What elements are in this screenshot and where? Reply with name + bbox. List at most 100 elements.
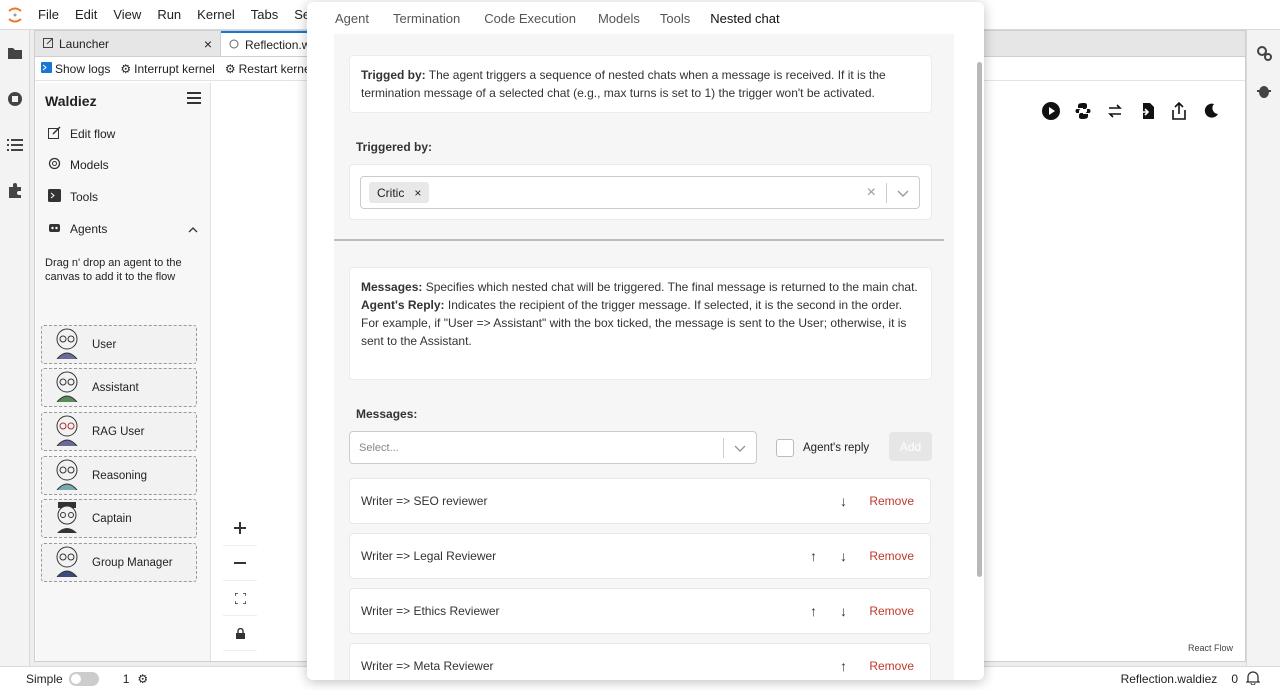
remove-button[interactable]: Remove — [869, 604, 914, 618]
react-flow-attribution[interactable]: React Flow — [1188, 643, 1233, 653]
chip-label: Critic — [377, 185, 405, 200]
remove-button[interactable]: Remove — [869, 494, 914, 508]
agent-card-captain[interactable]: Captain — [41, 499, 197, 538]
tab-nested-chat[interactable]: Nested chat — [702, 11, 787, 26]
terminal-icon — [41, 61, 52, 76]
moon-icon[interactable] — [1200, 100, 1222, 122]
python-icon[interactable] — [1072, 100, 1094, 122]
convert-icon[interactable] — [1104, 100, 1126, 122]
sidebar-item-label: Models — [70, 158, 109, 172]
running-icon[interactable] — [0, 76, 30, 122]
openai-icon — [48, 157, 61, 173]
tab-termination[interactable]: Termination — [385, 11, 468, 26]
fit-view-button[interactable] — [223, 581, 257, 616]
agents-reply-checkbox-row[interactable]: Agent's reply — [776, 439, 869, 457]
interrupt-kernel-label: Interrupt kernel — [134, 61, 215, 76]
chevron-up-icon[interactable] — [188, 222, 198, 236]
tab-models[interactable]: Models — [590, 11, 648, 26]
triggered-by-select[interactable]: Critic × × — [360, 176, 920, 209]
message-row: Writer => Ethics Reviewer ↑ ↓ Remove — [349, 588, 931, 634]
tab-reflection[interactable]: Reflection.w — [221, 31, 311, 56]
kernel-gear-icon[interactable]: ⚙ — [137, 672, 148, 686]
simple-mode-toggle[interactable] — [68, 671, 99, 686]
import-icon[interactable] — [1136, 100, 1158, 122]
tab-label: Reflection.w — [245, 37, 311, 52]
left-activity-bar — [0, 30, 30, 666]
close-icon[interactable]: × — [204, 36, 212, 52]
export-icon[interactable] — [1168, 100, 1190, 122]
captain-avatar-icon — [52, 501, 82, 536]
triggered-by-label: Triggered by: — [356, 140, 433, 154]
agent-card-reasoning[interactable]: Reasoning — [41, 456, 197, 495]
messages-select[interactable]: Select... — [349, 431, 757, 464]
messages-info-label: Messages: — [361, 280, 423, 294]
agent-card-group-manager[interactable]: Group Manager — [41, 543, 197, 582]
menu-file[interactable]: File — [30, 7, 67, 22]
trigger-info-box: Trigged by: The agent triggers a sequenc… — [349, 55, 932, 113]
agent-card-assistant[interactable]: Assistant — [41, 368, 197, 407]
sidebar-item-tools[interactable]: Tools — [48, 189, 98, 205]
message-text: Writer => SEO reviewer — [361, 494, 488, 508]
tab-tools[interactable]: Tools — [652, 11, 698, 26]
flow-actions — [1040, 100, 1222, 122]
chevron-down-icon[interactable] — [734, 441, 746, 455]
waldiez-sidebar: Waldiez Edit flow Models Tools Agents Dr… — [36, 83, 211, 661]
robot-icon — [48, 221, 61, 237]
sidebar-item-label: Edit flow — [70, 127, 116, 141]
move-up-button[interactable]: ↑ — [810, 548, 817, 564]
modal-scrollbar[interactable] — [977, 62, 982, 577]
tab-launcher[interactable]: Launcher × — [35, 32, 221, 56]
messages-label: Messages: — [356, 407, 418, 421]
agents-reply-checkbox[interactable] — [776, 439, 794, 457]
move-up-button[interactable]: ↑ — [810, 603, 817, 619]
reasoning-avatar-icon — [52, 458, 82, 493]
menu-icon[interactable] — [187, 92, 201, 107]
lock-button[interactable] — [223, 616, 257, 651]
interrupt-kernel-button[interactable]: ⚙ Interrupt kernel — [120, 62, 214, 76]
remove-button[interactable]: Remove — [869, 549, 914, 563]
agents-reply-info-label: Agent's Reply: — [361, 298, 445, 312]
move-up-button[interactable]: ↑ — [840, 658, 847, 674]
terminal-icon — [48, 189, 61, 205]
status-filename: Reflection.waldiez — [1120, 671, 1218, 686]
move-down-button[interactable]: ↓ — [840, 548, 847, 564]
tab-code-execution[interactable]: Code Execution — [476, 11, 584, 26]
remove-button[interactable]: Remove — [869, 659, 914, 673]
add-button[interactable]: Add — [889, 432, 932, 461]
gear-icon: ⚙ — [224, 61, 236, 76]
show-logs-button[interactable]: Show logs — [41, 61, 110, 76]
move-down-button[interactable]: ↓ — [840, 603, 847, 619]
agent-card-rag-user[interactable]: RAG User — [41, 412, 197, 451]
run-icon[interactable] — [1040, 100, 1062, 122]
tab-agent[interactable]: Agent — [327, 11, 377, 26]
menu-edit[interactable]: Edit — [67, 7, 105, 22]
menu-tabs[interactable]: Tabs — [243, 7, 286, 22]
clear-icon[interactable]: × — [867, 184, 876, 202]
move-down-button[interactable]: ↓ — [840, 493, 847, 509]
canvas-controls — [223, 511, 257, 651]
zoom-in-button[interactable] — [223, 511, 257, 546]
zoom-out-button[interactable] — [223, 546, 257, 581]
triggered-by-chip: Critic × — [369, 182, 430, 203]
sidebar-item-edit-flow[interactable]: Edit flow — [48, 126, 115, 142]
external-link-icon — [43, 37, 53, 51]
agent-card-user[interactable]: User — [41, 325, 197, 364]
right-activity-bar — [1246, 30, 1280, 666]
notification-count: 0 — [1231, 671, 1238, 686]
chip-remove-icon[interactable]: × — [414, 186, 421, 200]
bell-icon[interactable] — [1245, 670, 1261, 688]
debugger-icon[interactable] — [1247, 76, 1280, 106]
menu-run[interactable]: Run — [149, 7, 189, 22]
restart-kernel-button[interactable]: ⚙ Restart kerne — [225, 62, 311, 76]
waldiez-file-icon — [229, 38, 239, 52]
extension-icon[interactable] — [0, 168, 30, 214]
chevron-down-icon[interactable] — [897, 186, 909, 200]
menu-kernel[interactable]: Kernel — [189, 7, 243, 22]
toc-icon[interactable] — [0, 122, 30, 168]
folder-icon[interactable] — [0, 30, 30, 76]
sidebar-item-models[interactable]: Models — [48, 157, 109, 173]
property-inspector-icon[interactable] — [1247, 30, 1280, 76]
sidebar-item-agents[interactable]: Agents — [48, 221, 198, 237]
message-row: Writer => SEO reviewer ↓ Remove — [349, 478, 931, 524]
menu-view[interactable]: View — [105, 7, 149, 22]
